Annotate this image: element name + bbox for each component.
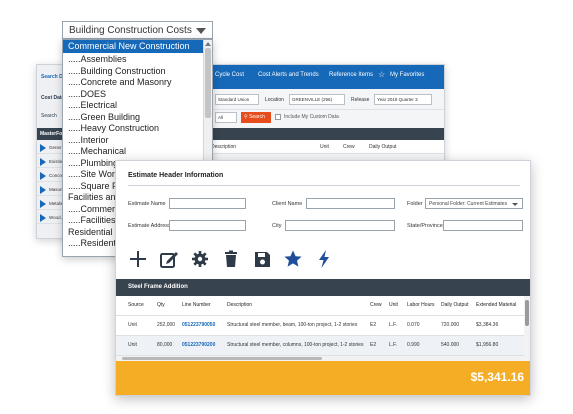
settings-icon[interactable]: [190, 249, 210, 269]
city-input[interactable]: [285, 220, 395, 231]
expand-icon: [40, 158, 46, 166]
col-line-number: Line Number: [182, 302, 211, 308]
scroll-up-icon[interactable]: [205, 42, 211, 46]
nav-cost-alerts[interactable]: Cost Alerts and Trends: [258, 72, 319, 78]
search-button[interactable]: ⚲ Search: [241, 112, 271, 123]
tree-item[interactable]: Concre: [37, 169, 65, 182]
folder-select[interactable]: Personal Folder: Current Estimates: [425, 198, 523, 209]
nav-reference-items[interactable]: Reference Items: [329, 72, 373, 78]
col-unit: Unit: [389, 302, 398, 308]
delete-icon[interactable]: [221, 249, 241, 269]
total-bar: $5,341.16: [116, 361, 530, 395]
col-source: Source: [128, 302, 144, 308]
dropdown-option[interactable]: .....Electrical: [63, 100, 203, 112]
tree-item[interactable]: Mason: [37, 183, 65, 196]
left-search-label: Search D: [41, 74, 63, 80]
tree-item[interactable]: Existin: [37, 155, 65, 168]
client-name-input[interactable]: [306, 198, 395, 209]
save-icon[interactable]: [252, 249, 272, 269]
expand-icon: [40, 172, 46, 180]
expand-icon: [40, 144, 46, 152]
col-daily-output: Daily Output: [441, 302, 469, 308]
selected-value: Building Construction Costs: [69, 25, 192, 36]
tree-item[interactable]: Metals: [37, 197, 65, 210]
dropdown-option[interactable]: Commercial New Construction: [63, 40, 203, 53]
scroll-thumb[interactable]: [205, 48, 211, 118]
dropdown-option[interactable]: .....DOES: [63, 89, 203, 101]
panel-title: Estimate Header Information: [128, 172, 224, 179]
state-input[interactable]: [443, 220, 523, 231]
lightning-icon[interactable]: [314, 249, 334, 269]
dropdown-option[interactable]: .....Assemblies: [63, 54, 203, 66]
include-custom-checkbox[interactable]: [275, 114, 281, 120]
search-row: All ⚲ Search Include My Custom Data: [207, 111, 444, 127]
dropdown-option[interactable]: .....Building Construction: [63, 66, 203, 78]
tree-item[interactable]: Wood,: [37, 211, 65, 224]
release-select[interactable]: Year 2018 Quarter 3: [374, 94, 432, 105]
dropdown-option[interactable]: .....Heavy Construction: [63, 123, 203, 135]
estimate-name-input[interactable]: [169, 198, 246, 209]
chevron-down-icon: [512, 203, 518, 206]
dropdown-option[interactable]: .....Concrete and Masonry: [63, 77, 203, 89]
location-select[interactable]: GREENVILLE (296): [289, 94, 345, 105]
col-daily-output: Daily Output: [369, 144, 397, 150]
line-number-link[interactable]: 051223790200: [182, 342, 215, 348]
estimate-name-label: Estimate Name: [128, 201, 166, 207]
col-crew: Crew: [343, 144, 355, 150]
estimate-panel: Estimate Header Information Estimate Nam…: [115, 160, 531, 396]
dropdown-option[interactable]: .....Green Building: [63, 112, 203, 124]
screenshot-stage: ife Cycle Cost Cost Alerts and Trends Re…: [0, 0, 573, 414]
chevron-down-icon: [196, 28, 206, 34]
star-icon: ☆: [378, 70, 386, 79]
left-cost-data-label: Cost Data: [41, 95, 65, 101]
left-panel: Search D Cost Data Search MasterFo Gener…: [37, 65, 65, 238]
dropdown-option[interactable]: .....Mechanical: [63, 146, 203, 158]
nav-my-favorites[interactable]: My Favorites: [390, 72, 424, 78]
favorite-icon[interactable]: [283, 249, 303, 269]
estimate-address-label: Estimate Address: [128, 223, 171, 229]
location-label: Location: [265, 97, 284, 103]
col-qty: Qty: [157, 302, 165, 308]
edit-icon[interactable]: [159, 249, 179, 269]
expand-icon: [40, 214, 46, 222]
dropdown-option[interactable]: .....Interior: [63, 135, 203, 147]
results-header-bar: [207, 128, 444, 140]
col-labor-hours: Labor Hours: [407, 302, 435, 308]
scroll-thumb[interactable]: [122, 357, 322, 360]
filter-bar: e Standard Union Location GREENVILLE (29…: [207, 90, 444, 110]
cost-data-select[interactable]: Building Construction Costs: [62, 21, 213, 39]
tree-item[interactable]: Gener: [37, 141, 65, 154]
line-number-link[interactable]: 051223790050: [182, 322, 215, 328]
col-description: Description: [211, 144, 237, 150]
type-select[interactable]: All: [215, 112, 237, 123]
include-custom-label: Include My Custom Data: [284, 114, 339, 120]
col-extended-material: Extended Material: [476, 302, 517, 308]
city-label: City: [272, 223, 282, 229]
expand-icon: [40, 200, 46, 208]
add-icon[interactable]: [128, 249, 148, 269]
table-header: Source Qty Line Number Description Crew …: [116, 296, 530, 316]
estimate-total: $5,341.16: [470, 370, 524, 384]
table-row[interactable]: Unit 252,000 051223790050 Structural ste…: [116, 316, 530, 336]
section-header: Steel Frame Addition: [116, 279, 530, 296]
state-label: State/Province: [407, 223, 443, 229]
expand-icon: [40, 186, 46, 194]
client-name-label: Client Name: [272, 201, 303, 207]
labor-type-select[interactable]: Standard Union: [215, 94, 259, 105]
divider: [128, 185, 520, 186]
estimate-address-input[interactable]: [169, 220, 246, 231]
section-title: Steel Frame Addition: [128, 284, 188, 290]
release-label: Release: [351, 97, 370, 103]
scroll-thumb[interactable]: [525, 300, 529, 326]
folder-label: Folder: [407, 201, 423, 207]
col-unit: Unit: [320, 144, 329, 150]
masterformat-header: MasterFo: [37, 128, 65, 140]
left-search-field-label: Search: [41, 113, 57, 119]
table-vertical-scrollbar[interactable]: [524, 296, 530, 356]
results-table-header: Description Unit Crew Daily Output: [207, 140, 444, 154]
col-description: Description: [227, 302, 253, 308]
table-row[interactable]: Unit 80,000 051223790200 Structural stee…: [116, 336, 530, 356]
col-crew: Crew: [370, 302, 382, 308]
